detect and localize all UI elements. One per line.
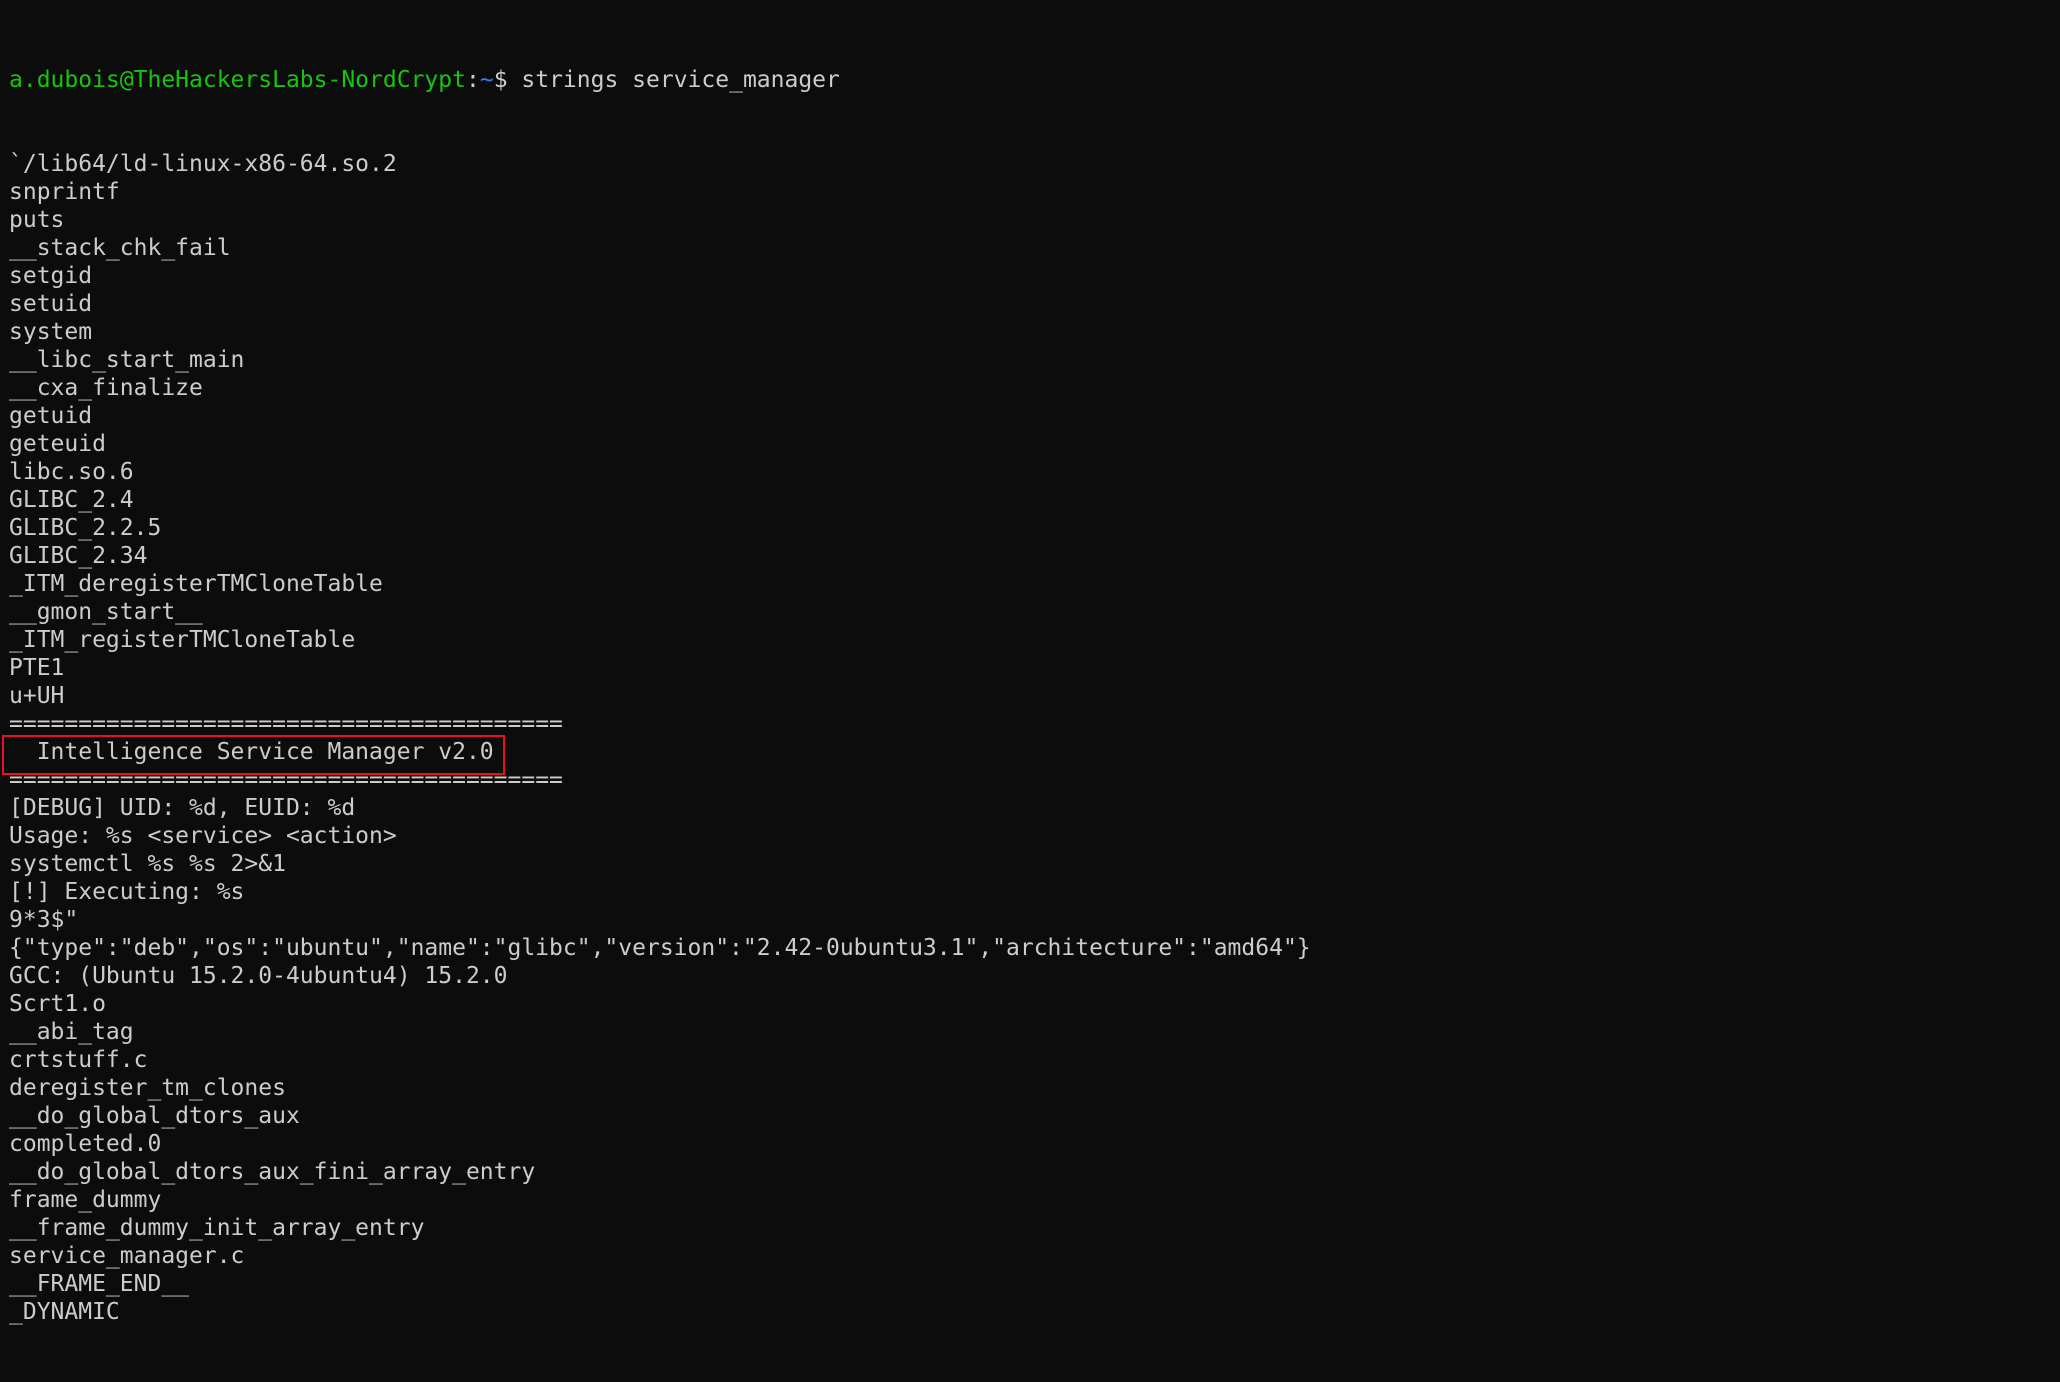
output-line: Intelligence Service Manager v2.0 [9,739,494,765]
output-line: 9*3$" [9,907,79,933]
output-line: __do_global_dtors_aux [9,1103,300,1129]
output-line: u+UH [9,683,65,709]
output-line: Scrt1.o [9,991,106,1017]
prompt-path: ~ [479,67,494,93]
prompt-line: a.dubois@TheHackersLabs-NordCrypt:~$ str… [9,66,1311,94]
output-line: puts [9,207,65,233]
output-line: PTE1 [9,655,65,681]
output-line: __gmon_start__ [9,599,203,625]
terminal-window[interactable]: a.dubois@TheHackersLabs-NordCrypt:~$ str… [0,0,2060,1325]
output-line: snprintf [9,179,120,205]
output-line: GLIBC_2.4 [9,487,134,513]
output-line: deregister_tm_clones [9,1075,286,1101]
output-line: `/lib64/ld-linux-x86-64.so.2 [9,151,397,177]
prompt-separator: : [465,67,480,93]
prompt-dollar: $ [493,67,522,93]
output-line: service_manager.c [9,1243,245,1269]
output-line: _DYNAMIC [9,1299,120,1325]
output-line: getuid [9,403,93,429]
output-line: _ITM_deregisterTMCloneTable [9,571,383,597]
strings-output: `/lib64/ld-linux-x86-64.so.2 snprintf puts… [9,150,1311,1326]
output-line: ======================================== [9,711,563,737]
prompt-command: strings service_manager [521,67,840,93]
output-line: setgid [9,263,93,289]
output-line: GLIBC_2.2.5 [9,515,162,541]
output-line: system [9,319,93,345]
output-line: ======================================== [9,767,563,793]
output-line: __frame_dummy_init_array_entry [9,1215,425,1241]
output-line: __abi_tag [9,1019,134,1045]
output-line: libc.so.6 [9,459,134,485]
prompt-user-host: a.dubois@TheHackersLabs-NordCrypt [9,67,466,93]
output-line: systemctl %s %s 2>&1 [9,851,286,877]
output-line: Usage: %s <service> <action> [9,823,397,849]
output-line: __FRAME_END__ [9,1271,190,1297]
output-line: GCC: (Ubuntu 15.2.0-4ubuntu4) 15.2.0 [9,963,508,989]
output-line: _ITM_registerTMCloneTable [9,627,356,653]
output-line: [DEBUG] UID: %d, EUID: %d [9,795,356,821]
output-line: [!] Executing: %s [9,879,245,905]
output-line: GLIBC_2.34 [9,543,148,569]
output-line: {"type":"deb","os":"ubuntu","name":"glib… [9,935,1311,961]
output-line: __do_global_dtors_aux_fini_array_entry [9,1159,536,1185]
output-line: __libc_start_main [9,347,245,373]
output-line: __stack_chk_fail [9,235,231,261]
output-line: completed.0 [9,1131,162,1157]
output-line: frame_dummy [9,1187,162,1213]
output-line: __cxa_finalize [9,375,203,401]
terminal-output: a.dubois@TheHackersLabs-NordCrypt:~$ str… [9,10,1311,1382]
output-line: setuid [9,291,93,317]
output-line: geteuid [9,431,106,457]
output-line: crtstuff.c [9,1047,148,1073]
